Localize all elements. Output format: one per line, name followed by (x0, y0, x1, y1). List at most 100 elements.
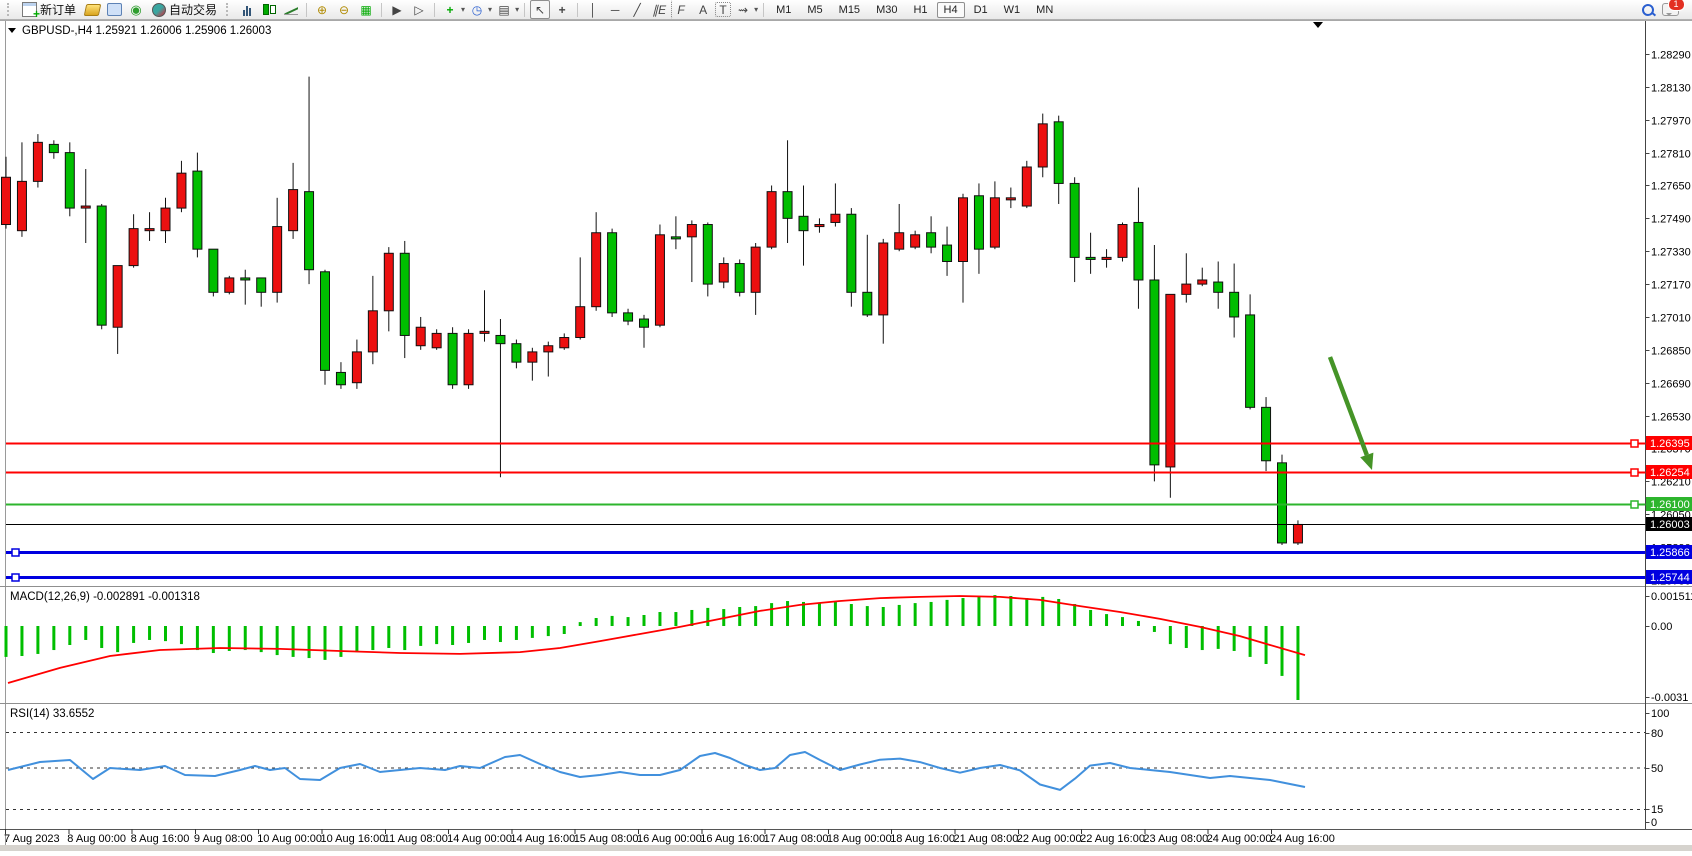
candle (177, 161, 186, 212)
candle (352, 340, 361, 389)
candle-body (384, 253, 393, 311)
templates-icon[interactable]: ▤ (494, 0, 514, 19)
candle (1278, 455, 1287, 545)
candle-body (225, 278, 234, 292)
hline-handle[interactable] (1631, 440, 1638, 447)
price-tick-label: 1.27490 (1651, 214, 1691, 226)
tf-h1[interactable]: H1 (906, 2, 934, 18)
price-tick-label: 1.26530 (1651, 412, 1691, 424)
hline-handle[interactable] (1631, 501, 1638, 508)
fibonacci-icon[interactable]: F (671, 0, 691, 19)
horizontal-line-icon[interactable]: ─ (605, 0, 625, 19)
zoom-out-icon[interactable]: ⊖ (334, 0, 354, 19)
crosshair-icon[interactable]: + (552, 0, 572, 19)
candle (560, 333, 569, 349)
candle-body (767, 192, 776, 247)
candle-body (1086, 257, 1095, 259)
trend-arrow[interactable] (1330, 357, 1367, 455)
candle (1102, 249, 1111, 267)
candle (895, 204, 904, 251)
scale-marker[interactable] (1313, 22, 1323, 28)
chart-shift-icon[interactable]: ▷ (409, 0, 429, 19)
symbol-dropdown-icon[interactable] (8, 28, 16, 33)
tf-m30[interactable]: M30 (869, 2, 904, 18)
candle-body (480, 331, 489, 333)
macd-axis-label: -0.0031 (1651, 692, 1688, 704)
candle (1230, 264, 1239, 338)
signals-icon[interactable]: ◉ (126, 0, 146, 19)
new-order-button[interactable]: 新订单 (18, 1, 80, 18)
tf-h4[interactable]: H4 (937, 2, 965, 18)
price-tick-label: 1.27010 (1651, 313, 1691, 325)
candlestick-chart-icon[interactable] (259, 0, 279, 19)
bar-chart-icon[interactable] (237, 0, 257, 19)
candle (464, 329, 473, 389)
candle (783, 140, 792, 243)
candle (241, 270, 250, 305)
equidistant-channel-icon[interactable]: ∥E (649, 0, 669, 19)
window-bottom-strip (0, 845, 1692, 851)
candle-body (959, 198, 968, 262)
search-icon[interactable] (1638, 0, 1658, 19)
zoom-in-icon[interactable]: ⊕ (312, 0, 332, 19)
text-label-icon[interactable]: T (715, 2, 731, 17)
chart-window[interactable]: 1.282901.281301.279701.278101.276501.274… (0, 20, 1692, 851)
rsi-line (8, 752, 1305, 790)
autotrade-button[interactable]: 自动交易 (148, 1, 221, 18)
candle (927, 216, 936, 253)
candle (1262, 397, 1271, 471)
candle-body (671, 237, 680, 239)
candle-body (815, 225, 824, 227)
candle (384, 247, 393, 331)
candle-body (927, 233, 936, 247)
candle (592, 212, 601, 311)
hline-handle[interactable] (12, 574, 19, 581)
candle-body (1102, 257, 1111, 259)
market-watch-icon[interactable] (82, 0, 102, 19)
candle-body (783, 192, 792, 219)
candle (703, 222, 712, 296)
rsi-axis-label: 80 (1651, 728, 1663, 740)
hline-handle[interactable] (1631, 469, 1638, 476)
cursor-icon[interactable]: ↖ (530, 0, 550, 19)
trend-arrow-head[interactable] (1360, 453, 1373, 470)
vertical-line-icon[interactable]: │ (583, 0, 603, 19)
rsi-axis-label: 100 (1651, 708, 1669, 720)
candle (289, 163, 298, 239)
candle-body (273, 227, 282, 293)
candle (368, 276, 377, 364)
candle (640, 315, 649, 348)
candle (145, 212, 154, 241)
time-label: 10 Aug 16:00 (321, 833, 386, 845)
chart-svg[interactable]: 1.282901.281301.279701.278101.276501.274… (0, 20, 1692, 851)
arrows-tool-icon[interactable]: ⇝ (733, 0, 753, 19)
tile-windows-icon[interactable]: ▦ (356, 0, 376, 19)
candle-body (177, 173, 186, 208)
terminal-icon[interactable] (104, 0, 124, 19)
candle (959, 194, 968, 303)
new-order-label: 新订单 (40, 1, 76, 18)
rsi-axis-label: 50 (1651, 763, 1663, 775)
chat-icon[interactable]: 1 (1660, 0, 1680, 19)
line-chart-icon[interactable] (281, 0, 301, 19)
macd-axis-label: 0.00 (1651, 621, 1672, 633)
candle-body (624, 313, 633, 321)
tf-mn[interactable]: MN (1029, 2, 1060, 18)
indicators-icon[interactable]: + (440, 0, 460, 19)
macd-axis-label: 0.001511 (1651, 591, 1692, 603)
candle-body (608, 233, 617, 313)
candle-body (544, 346, 553, 352)
hline-handle[interactable] (12, 549, 19, 556)
tf-m15[interactable]: M15 (832, 2, 867, 18)
text-icon[interactable]: A (693, 0, 713, 19)
tf-d1[interactable]: D1 (967, 2, 995, 18)
tf-m5[interactable]: M5 (800, 2, 829, 18)
price-tick-label: 1.28130 (1651, 83, 1691, 95)
periods-icon[interactable]: ◷ (467, 0, 487, 19)
tf-w1[interactable]: W1 (997, 2, 1028, 18)
tf-m1[interactable]: M1 (769, 2, 798, 18)
rsi-label: RSI(14) 33.6552 (10, 708, 94, 720)
candle (209, 249, 218, 296)
autoscroll-icon[interactable]: ▶ (387, 0, 407, 19)
trendline-icon[interactable]: ╱ (627, 0, 647, 19)
